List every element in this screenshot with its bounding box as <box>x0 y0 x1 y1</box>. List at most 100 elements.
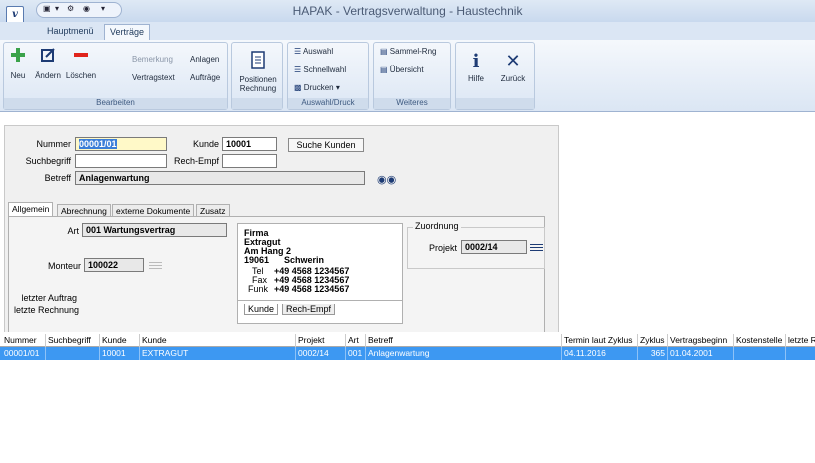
overview-icon: ▤ <box>380 65 388 74</box>
group-hilfe-zurueck: i Hilfe ✕ Zurück <box>455 42 535 110</box>
group-auswahl-druck: ☰ Auswahl ☰ Schnellwahl ▩ Drucken ▾ Ausw… <box>287 42 369 110</box>
tab-hauptmenue[interactable]: Hauptmenü <box>42 24 99 40</box>
projekt-list-icon[interactable] <box>530 243 543 253</box>
window-title: HAPAK - Vertragsverwaltung - Haustechnik <box>292 4 523 18</box>
column-header[interactable]: Termin laut Zyklus <box>562 334 638 347</box>
delete-label: Löschen <box>65 71 97 80</box>
anlagen-button[interactable]: Anlagen <box>190 55 219 64</box>
table-row[interactable]: 00001/01 10001 EXTRAGUT 0002/14 001 Anla… <box>0 347 815 360</box>
column-header[interactable]: Betreff <box>366 334 562 347</box>
group-label-blank <box>232 98 282 109</box>
ribbon-tabs: Hauptmenü Verträge <box>0 22 815 40</box>
column-header[interactable]: Projekt <box>296 334 346 347</box>
table-cell: 0002/14 <box>296 347 346 360</box>
sammel-label: Sammel-Rng <box>389 47 437 56</box>
card-divider <box>238 300 402 301</box>
suchbegriff-field[interactable] <box>75 154 167 168</box>
projekt-label: Projekt <box>428 243 457 253</box>
schnellwahl-button[interactable]: ☰ Schnellwahl <box>294 65 346 74</box>
column-header[interactable]: Kunde <box>100 334 140 347</box>
document-icon <box>251 51 265 69</box>
back-button[interactable]: ✕ Zurück <box>496 51 530 83</box>
group-label-bearbeiten: Bearbeiten <box>4 98 227 109</box>
positionen-label: Positionen <box>239 75 277 84</box>
sammel-icon: ▤ <box>380 47 388 56</box>
bemerkung-button[interactable]: Bemerkung <box>132 55 173 64</box>
column-header[interactable]: Kunde <box>140 334 296 347</box>
contract-form: Nummer 00001/01 Kunde 10001 Suche Kunden… <box>4 125 559 337</box>
kunde-label: Kunde <box>192 139 219 149</box>
table-cell: 10001 <box>100 347 140 360</box>
auswahl-button[interactable]: ☰ Auswahl <box>294 47 333 56</box>
letzter-auftrag-label: letzter Auftrag <box>21 293 77 303</box>
card-tab-rechempf[interactable]: Rech-Empf <box>282 304 336 315</box>
title-bar: v ▣ ▾ ⚙ ◉ ▾ HAPAK - Vertragsverwaltung -… <box>0 0 815 24</box>
column-header[interactable]: Zyklus <box>638 334 668 347</box>
betreff-label: Betreff <box>44 173 71 183</box>
tab-panel-allgemein: Art 001 Wartungsvertrag Monteur 100022 l… <box>8 216 545 334</box>
schnellwahl-label: Schnellwahl <box>303 65 347 74</box>
group-label-auswahl: Auswahl/Druck <box>288 98 368 109</box>
card-plz: 19061 <box>244 255 270 265</box>
main-area: Nummer 00001/01 Kunde 10001 Suche Kunden… <box>0 113 815 463</box>
list-icon: ☰ <box>294 65 302 74</box>
column-header[interactable]: letzte R <box>786 334 815 347</box>
table-cell: Anlagenwartung <box>366 347 562 360</box>
column-header[interactable]: Suchbegriff <box>46 334 100 347</box>
zuordnung-label: Zuordnung <box>413 221 461 231</box>
rechempf-field[interactable] <box>222 154 277 168</box>
nummer-label: Nummer <box>36 139 71 149</box>
uebersicht-label: Übersicht <box>389 65 424 74</box>
suchbegriff-label: Suchbegriff <box>25 156 71 166</box>
table-cell <box>734 347 786 360</box>
tab-allgemein[interactable]: Allgemein <box>8 202 54 217</box>
monteur-list-icon[interactable] <box>149 261 162 271</box>
letzte-rechnung-label: letzte Rechnung <box>13 305 79 315</box>
edit-button[interactable]: Ändern <box>34 47 62 80</box>
column-header[interactable]: Vertragsbeginn <box>668 334 734 347</box>
positionen-rechnung-button[interactable]: Positionen Rechnung <box>235 51 281 93</box>
projekt-field[interactable]: 0002/14 <box>461 240 527 254</box>
column-header[interactable]: Nummer <box>2 334 46 347</box>
delete-button[interactable]: Löschen <box>65 47 97 80</box>
art-field[interactable]: 001 Wartungsvertrag <box>82 223 227 237</box>
monteur-field[interactable]: 100022 <box>84 258 144 272</box>
contracts-table: Nummer Suchbegriff Kunde Kunde Projekt A… <box>0 332 815 463</box>
new-button[interactable]: Neu <box>8 47 28 80</box>
column-header[interactable]: Art <box>346 334 366 347</box>
rechnung-label: Rechnung <box>239 84 277 93</box>
help-label: Hilfe <box>467 74 484 83</box>
suche-kunden-button[interactable]: Suche Kunden <box>288 138 364 152</box>
rechempf-label: Rech-Empf <box>173 156 219 166</box>
sammel-rng-button[interactable]: ▤ Sammel-Rng <box>380 47 436 56</box>
art-label: Art <box>67 226 79 236</box>
help-button[interactable]: i Hilfe <box>462 51 490 83</box>
back-label: Zurück <box>500 74 526 83</box>
table-cell <box>786 347 815 360</box>
uebersicht-button[interactable]: ▤ Übersicht <box>380 65 424 74</box>
card-tab-kunde[interactable]: Kunde <box>244 304 279 315</box>
drucken-label: Drucken <box>303 83 334 92</box>
tab-vertraege[interactable]: Verträge <box>104 24 151 40</box>
table-cell: 365 <box>638 347 668 360</box>
plus-icon <box>11 48 25 62</box>
vertragstext-button[interactable]: Vertragstext <box>132 73 175 82</box>
drucken-button[interactable]: ▩ Drucken ▾ <box>294 83 340 92</box>
column-header[interactable]: Kostenstelle <box>734 334 786 347</box>
auftraege-button[interactable]: Aufträge <box>190 73 220 82</box>
group-label-weiteres: Weiteres <box>374 98 450 109</box>
edit-label: Ändern <box>35 71 61 80</box>
card-city: Schwerin <box>284 255 325 265</box>
customer-card: Firma Extragut Am Hang 2 19061 Schwerin … <box>237 223 403 324</box>
group-label-blank <box>456 98 534 109</box>
nummer-field[interactable]: 00001/01 <box>75 137 167 151</box>
betreff-field[interactable]: Anlagenwartung <box>75 171 365 185</box>
table-cell: EXTRAGUT <box>140 347 296 360</box>
group-positionen: Positionen Rechnung <box>231 42 283 110</box>
kunde-field[interactable]: 10001 <box>222 137 277 151</box>
auswahl-label: Auswahl <box>302 47 334 56</box>
edit-icon <box>41 48 55 62</box>
card-funk: +49 4568 1234567 <box>274 284 350 294</box>
binoculars-icon[interactable]: ◉◉ <box>377 173 396 186</box>
table-cell: 04.11.2016 <box>562 347 638 360</box>
